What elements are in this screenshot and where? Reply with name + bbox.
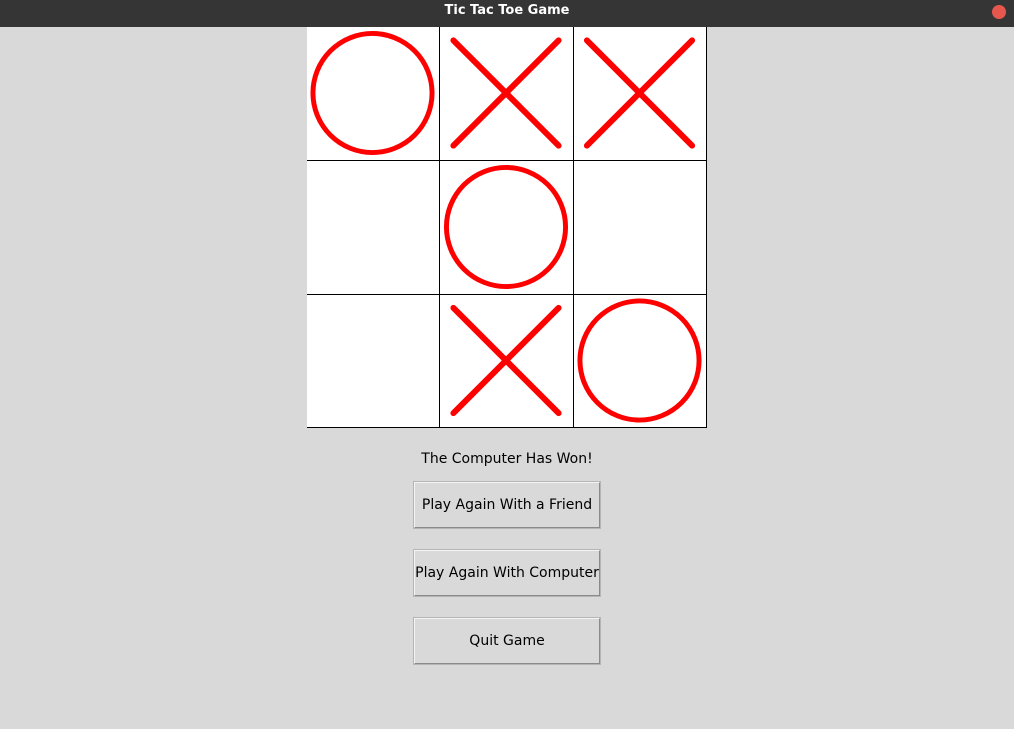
play-again-with-computer-button[interactable]: Play Again With Computer	[414, 550, 600, 596]
x-mark-icon	[583, 37, 696, 149]
o-mark-icon	[443, 164, 569, 290]
board-cell-r1-c2[interactable]	[440, 27, 574, 161]
quit-game-button[interactable]: Quit Game	[414, 618, 600, 664]
game-board	[307, 27, 707, 428]
window-title: Tic Tac Toe Game	[444, 3, 570, 18]
close-window-button[interactable]	[992, 5, 1006, 19]
board-cell-r3-c3[interactable]	[574, 295, 707, 428]
board-cell-r1-c3[interactable]	[574, 27, 707, 161]
x-mark-icon	[450, 37, 562, 149]
o-mark-icon	[310, 30, 435, 156]
board-cell-r3-c1[interactable]	[307, 295, 440, 428]
board-cell-r2-c1[interactable]	[307, 161, 440, 295]
game-status-message: The Computer Has Won!	[421, 451, 593, 467]
board-cell-r2-c3[interactable]	[574, 161, 707, 295]
o-mark-icon	[577, 298, 702, 423]
title-bar: Tic Tac Toe Game	[0, 0, 1014, 27]
board-cell-r1-c1[interactable]	[307, 27, 440, 161]
play-again-with-friend-button[interactable]: Play Again With a Friend	[414, 482, 600, 528]
board-cell-r3-c2[interactable]	[440, 295, 574, 428]
board-cell-r2-c2[interactable]	[440, 161, 574, 295]
x-mark-icon	[450, 304, 562, 417]
